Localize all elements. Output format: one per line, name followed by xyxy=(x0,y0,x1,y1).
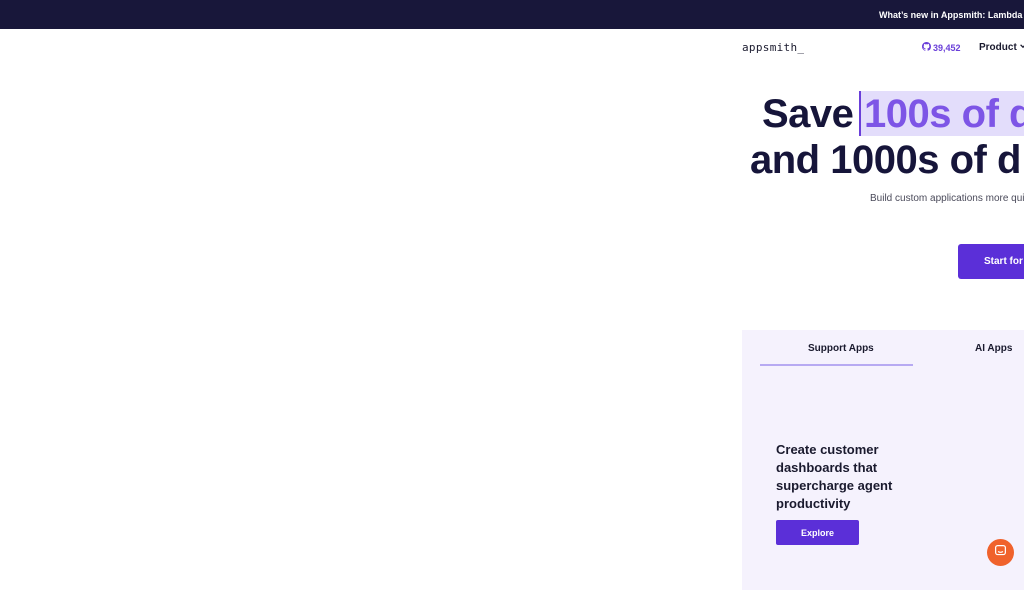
appsmith-logo[interactable]: appsmith_ xyxy=(742,41,804,54)
github-stars-count: 39,452 xyxy=(933,42,961,53)
tab-ai-apps[interactable]: AI Apps xyxy=(975,343,1012,354)
hero-title-line-2: and 1000s of d xyxy=(750,138,1021,182)
active-tab-indicator xyxy=(760,364,913,366)
announcement-text[interactable]: What’s new in Appsmith: Lambda impro xyxy=(879,10,1024,20)
product-menu-label: Product xyxy=(979,42,1017,53)
announcement-bar[interactable]: What’s new in Appsmith: Lambda impro xyxy=(0,0,1024,29)
use-case-heading: Create customer dashboards that supercha… xyxy=(776,442,893,511)
chevron-down-icon xyxy=(1019,42,1024,53)
hero-title-highlight: 100s of d xyxy=(864,92,1024,136)
product-menu[interactable]: Product xyxy=(979,42,1024,53)
explore-button[interactable]: Explore xyxy=(776,520,859,545)
hero-subtitle: Build custom applications more quic xyxy=(870,193,1024,204)
hero-title-line-1: Save 100s of d xyxy=(762,91,1024,137)
start-for-free-button[interactable]: Start for f xyxy=(958,244,1024,279)
github-icon xyxy=(922,42,932,53)
github-stars-link[interactable]: 39,452 xyxy=(922,42,961,53)
use-case-showcase: Support Apps AI Apps Create customer das… xyxy=(742,330,1024,590)
tab-support-apps[interactable]: Support Apps xyxy=(808,343,874,354)
chat-launcher-button[interactable] xyxy=(987,539,1014,566)
top-navbar: appsmith_ 39,452 Product xyxy=(0,29,1024,69)
hero-title-prefix: Save xyxy=(762,92,865,136)
chat-icon xyxy=(994,544,1007,562)
